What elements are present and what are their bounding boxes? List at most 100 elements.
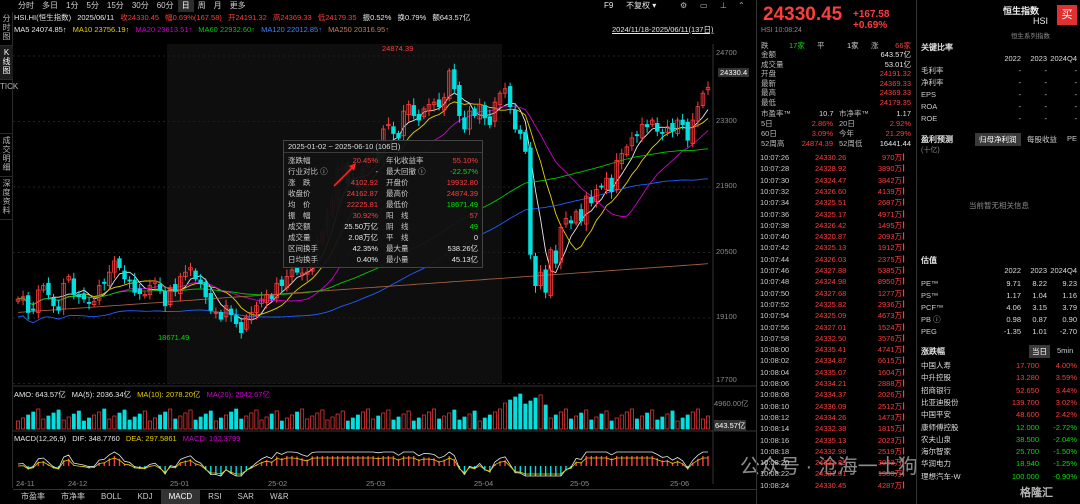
mover-row[interactable]: 比亚迪股份 139.700 3.02% (917, 397, 1080, 409)
adjust-mode-select[interactable]: 不复权 ▾ (626, 0, 656, 12)
date-range-label[interactable]: 2024/11/18-2025/06/11(137日) (612, 24, 713, 35)
price-change: +167.58 +0.69% (853, 9, 890, 31)
mover-row[interactable]: 理想汽车-W 100.000 -0.90% (917, 471, 1080, 483)
volume-bar (462, 416, 467, 430)
tick-row: 10:08:16 24335.13 2023万 ▎ (757, 436, 915, 446)
tab-pe[interactable]: 市盈率 (13, 490, 53, 504)
volume-bar (614, 417, 619, 430)
mover-row[interactable]: 中国平安 48.600 2.42% (917, 409, 1080, 421)
tab-wr[interactable]: W&R (262, 490, 297, 504)
expand-icon[interactable]: ⌃ (738, 1, 745, 10)
volume-bar (320, 409, 325, 430)
stock-name: 中升控股 (921, 373, 951, 383)
forecast-tab-profit[interactable]: 归母净利润 (975, 133, 1021, 146)
period-week[interactable]: 周 (194, 0, 210, 12)
forecast-tab-pe[interactable]: PE (1067, 134, 1077, 143)
period-day[interactable]: 日 (177, 0, 194, 12)
row-value: 0.90 (1062, 315, 1077, 324)
x-tick-label: 25-04 (474, 479, 494, 488)
tab-kdj[interactable]: KDJ (129, 490, 160, 504)
tab-macd[interactable]: MACD (160, 490, 201, 504)
stat-label: 最大量 (386, 244, 409, 253)
mover-row[interactable]: 康师傅控股 12.000 -2.72% (917, 422, 1080, 434)
tick-price: 24334.37 (815, 390, 847, 400)
forecast-tab-eps[interactable]: 每股收益 (1027, 134, 1057, 145)
layout-icon[interactable]: ▭ (700, 1, 708, 10)
period-intraday[interactable]: 分时 (14, 0, 38, 12)
volume-bar (569, 418, 573, 430)
period-30min[interactable]: 30分 (128, 0, 153, 12)
volume-bar (655, 419, 660, 430)
volume-bar (102, 408, 107, 430)
volume-bar (482, 417, 487, 430)
vol-ma10: MA(10): 2078.20亿 (137, 390, 201, 399)
tick-arrow-icon: ▎ (903, 437, 908, 444)
mover-row[interactable]: 中升控股 13.280 3.59% (917, 372, 1080, 384)
period-60min[interactable]: 60分 (153, 0, 178, 12)
candle-body (518, 129, 523, 134)
tab-time-chart[interactable]: 分时图 (0, 12, 13, 46)
volume-bar (421, 414, 426, 430)
tick-price: 24331.01 (815, 469, 847, 479)
volume-bar (249, 412, 254, 430)
stock-change: -1.25% (1053, 459, 1077, 469)
tick-time: 10:08:18 (760, 446, 790, 456)
row-value: 9.23 (1062, 279, 1077, 288)
period-5min[interactable]: 5分 (82, 0, 102, 12)
tab-kline-chart[interactable]: K线图 (0, 46, 13, 80)
row-value: - (1074, 66, 1078, 75)
period-value: 16441.44 (879, 139, 911, 148)
tick-time: 10:07:58 (760, 333, 790, 343)
mover-row[interactable]: 农夫山泉 38.500 -2.04% (917, 434, 1080, 446)
tick-price: 24324.47 (815, 175, 847, 185)
volume-bar (56, 409, 61, 430)
volume-bar (406, 410, 411, 430)
tab-trade-details[interactable]: 成交明细 (0, 134, 13, 177)
quote-field-value: 24191.32 (879, 69, 911, 79)
mover-row[interactable]: 招商银行 52.650 3.44% (917, 385, 1080, 397)
period-month[interactable]: 月 (210, 0, 226, 12)
ma10-value: MA10 23756.19↑ (72, 25, 130, 34)
tick-price: 24327.01 (815, 322, 847, 332)
tab-rsi[interactable]: RSI (200, 490, 229, 504)
row-value: 1.17 (1006, 291, 1021, 300)
tab-tick[interactable]: TICK (0, 80, 18, 134)
stat-label: 成交量 (288, 233, 311, 242)
tab-depth-info[interactable]: 深度资料 (0, 177, 13, 220)
period-1min[interactable]: 1分 (62, 0, 82, 12)
f9-button[interactable]: F9 (604, 0, 613, 12)
mover-row[interactable]: 海尔智家 25.700 -1.50% (917, 446, 1080, 458)
tick-row: 10:08:12 24334.26 1473万 ▎ (757, 413, 915, 423)
volume-bar (609, 420, 614, 430)
tick-row: 10:07:46 24327.88 5385万 ▎ (757, 266, 915, 276)
period-15min[interactable]: 15分 (103, 0, 128, 12)
mover-row[interactable]: 华润电力 18.940 -1.25% (917, 458, 1080, 470)
tick-row: 10:08:18 24332.98 2519万 ▎ (757, 446, 915, 457)
stat-label: 行业对比 ⓘ (288, 167, 328, 176)
mover-row[interactable]: 中国人寿 17.700 4.00% (917, 360, 1080, 372)
tab-boll[interactable]: BOLL (93, 490, 129, 504)
tick-time: 10:07:38 (760, 220, 790, 230)
stat-value: 24874.39 (446, 189, 478, 198)
tick-price: 24336.09 (815, 401, 847, 411)
pin-icon[interactable]: ⊥ (720, 1, 727, 10)
candle-body (513, 109, 518, 130)
candle-body (31, 308, 36, 311)
period-more[interactable]: 更多 (226, 0, 250, 12)
tick-amount: 2519万 (877, 446, 902, 456)
stat-value: 49 (469, 222, 478, 231)
period-multi-day[interactable]: 多日 (38, 0, 62, 12)
movers-tab-5min[interactable]: 5min (1057, 346, 1073, 355)
stat-value: 22225.81 (346, 200, 378, 209)
buy-button[interactable]: 买 (1057, 5, 1077, 25)
tick-time: 10:07:42 (760, 243, 790, 253)
volume-bar (122, 409, 127, 430)
tab-sar[interactable]: SAR (230, 490, 262, 504)
stock-name: 中国人寿 (921, 361, 951, 370)
volume-bar (599, 413, 604, 430)
movers-tab-day[interactable]: 当日 (1029, 345, 1050, 358)
tab-pb[interactable]: 市净率 (53, 490, 93, 504)
settings-icon[interactable]: ⚙ (680, 1, 687, 10)
row-value: - (1018, 114, 1022, 123)
volume-bar (51, 412, 56, 430)
